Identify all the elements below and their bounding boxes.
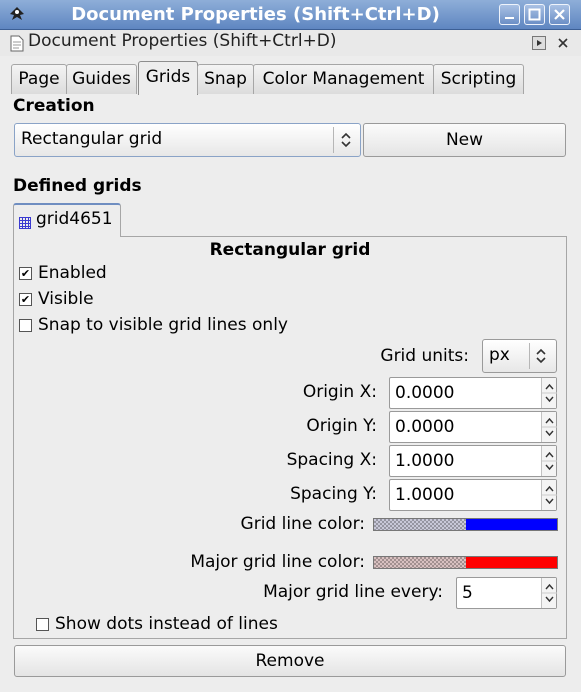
tab-color-management[interactable]: Color Management bbox=[253, 64, 434, 94]
alpha-checker bbox=[374, 557, 466, 568]
spin-arrows-icon[interactable] bbox=[541, 378, 557, 408]
major-every-value: 5 bbox=[462, 583, 473, 603]
snap-visible-checkbox[interactable] bbox=[19, 319, 32, 332]
tab-grid4651[interactable]: grid4651 bbox=[13, 203, 121, 237]
combo-separator bbox=[333, 127, 334, 153]
tab-page[interactable]: Page bbox=[11, 64, 67, 94]
document-properties-icon bbox=[10, 35, 24, 52]
maximize-icon[interactable] bbox=[524, 4, 545, 25]
minimize-icon[interactable] bbox=[499, 4, 520, 25]
window-title: Document Properties (Shift+Ctrl+D) bbox=[71, 4, 440, 25]
spacing-y-spinbox[interactable]: 1.0000 bbox=[389, 479, 557, 511]
inkscape-app-icon[interactable] bbox=[7, 5, 27, 25]
major-every-label: Major grid line every: bbox=[263, 582, 443, 602]
grid-panel-title: Rectangular grid bbox=[209, 240, 371, 260]
remove-grid-button[interactable]: Remove bbox=[14, 645, 566, 677]
origin-y-spinbox[interactable]: 0.0000 bbox=[389, 411, 557, 443]
enabled-label: Enabled bbox=[38, 263, 107, 283]
dock-iconify-icon[interactable] bbox=[532, 35, 546, 50]
grid-icon bbox=[19, 214, 31, 234]
creation-heading: Creation bbox=[13, 96, 95, 116]
grid-type-selected: Rectangular grid bbox=[21, 129, 163, 149]
grid-units-value: px bbox=[489, 345, 510, 365]
alpha-checker bbox=[374, 519, 466, 530]
major-every-spinbox[interactable]: 5 bbox=[456, 577, 557, 609]
major-grid-line-color-swatch bbox=[465, 557, 557, 568]
up-down-arrows-icon bbox=[534, 347, 548, 370]
show-dots-checkbox[interactable] bbox=[36, 618, 49, 631]
tab-grids[interactable]: Grids bbox=[138, 61, 198, 95]
origin-x-value: 0.0000 bbox=[395, 383, 455, 403]
major-grid-line-color-button[interactable] bbox=[373, 556, 558, 569]
tab-scripting[interactable]: Scripting bbox=[433, 64, 524, 94]
spacing-y-label: Spacing Y: bbox=[290, 484, 377, 504]
window-titlebar[interactable]: Document Properties (Shift+Ctrl+D) bbox=[0, 0, 581, 30]
spacing-y-value: 1.0000 bbox=[395, 485, 455, 505]
tab-snap[interactable]: Snap bbox=[197, 64, 254, 94]
tab-guides[interactable]: Guides bbox=[66, 64, 137, 94]
snap-visible-label: Snap to visible grid lines only bbox=[38, 315, 288, 335]
dock-header: Document Properties (Shift+Ctrl+D) bbox=[0, 30, 581, 56]
show-dots-label: Show dots instead of lines bbox=[55, 614, 278, 634]
new-grid-button[interactable]: New bbox=[363, 123, 566, 157]
combo-separator bbox=[529, 343, 530, 369]
up-down-arrows-icon bbox=[339, 131, 353, 154]
close-icon[interactable] bbox=[549, 4, 570, 25]
spacing-x-spinbox[interactable]: 1.0000 bbox=[389, 445, 557, 477]
defined-grids-heading: Defined grids bbox=[13, 176, 142, 196]
grid-tab-label: grid4651 bbox=[36, 209, 113, 229]
spacing-x-value: 1.0000 bbox=[395, 451, 455, 471]
grid-line-color-label: Grid line color: bbox=[240, 514, 365, 534]
grid-line-color-swatch bbox=[465, 519, 557, 530]
origin-x-spinbox[interactable]: 0.0000 bbox=[389, 377, 557, 409]
dock-close-icon[interactable] bbox=[556, 35, 570, 49]
enabled-checkbox[interactable]: ✔ bbox=[19, 267, 32, 280]
dock-title: Document Properties (Shift+Ctrl+D) bbox=[28, 31, 337, 51]
spin-arrows-icon[interactable] bbox=[541, 578, 557, 608]
grid-type-select[interactable]: Rectangular grid bbox=[14, 123, 361, 157]
grid-units-label: Grid units: bbox=[380, 346, 469, 366]
origin-y-label: Origin Y: bbox=[306, 416, 377, 436]
major-grid-line-color-label: Major grid line color: bbox=[190, 552, 365, 572]
origin-y-value: 0.0000 bbox=[395, 417, 455, 437]
spin-arrows-icon[interactable] bbox=[541, 446, 557, 476]
visible-checkbox[interactable]: ✔ bbox=[19, 293, 32, 306]
spin-arrows-icon[interactable] bbox=[541, 480, 557, 510]
origin-x-label: Origin X: bbox=[302, 382, 377, 402]
grid-line-color-button[interactable] bbox=[373, 518, 558, 531]
grid-units-select[interactable]: px bbox=[482, 339, 557, 373]
spin-arrows-icon[interactable] bbox=[541, 412, 557, 442]
visible-label: Visible bbox=[38, 289, 94, 309]
spacing-x-label: Spacing X: bbox=[286, 450, 377, 470]
